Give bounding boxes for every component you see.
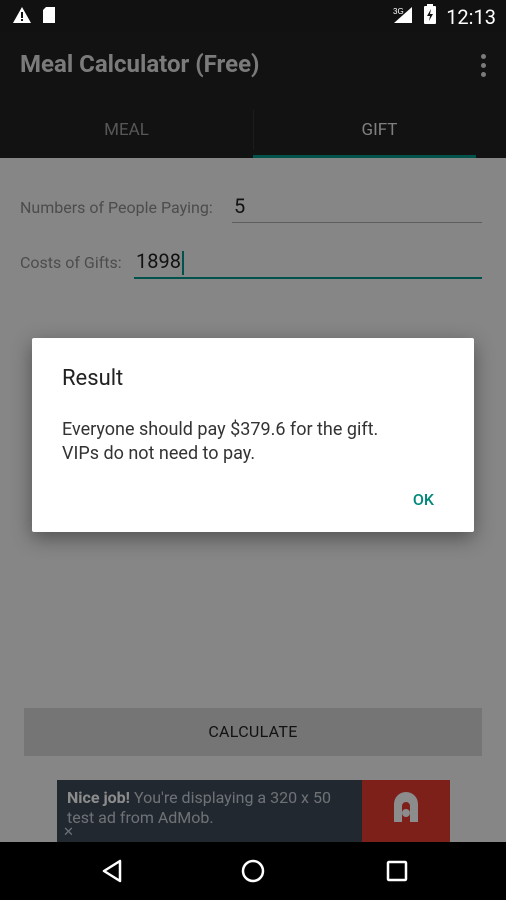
system-icons: 3G 12:13 — [392, 4, 496, 29]
clock: 12:13 — [446, 4, 496, 29]
dialog-message: Everyone should pay $379.6 for the gift.… — [62, 419, 379, 464]
signal-icon: 3G — [392, 5, 414, 29]
warning-icon — [12, 6, 32, 28]
result-dialog: Result Everyone should pay $379.6 for th… — [32, 338, 474, 532]
battery-icon — [424, 4, 437, 29]
dialog-title: Result — [62, 366, 124, 391]
network-label: 3G — [393, 7, 404, 16]
ok-button[interactable]: OK — [413, 490, 434, 509]
status-bar: 3G 12:13 — [0, 0, 506, 32]
home-icon[interactable] — [240, 858, 266, 888]
navigation-bar — [0, 842, 506, 900]
back-icon[interactable] — [100, 858, 126, 888]
notification-icons — [12, 6, 56, 28]
recent-apps-icon[interactable] — [386, 860, 408, 886]
sd-card-icon — [42, 6, 56, 28]
